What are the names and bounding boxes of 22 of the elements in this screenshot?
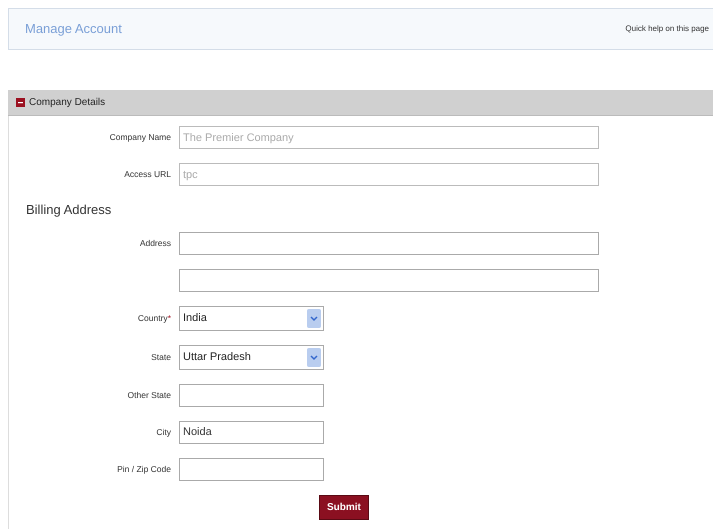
- field-label: State: [151, 352, 171, 362]
- dropdown[interactable]: Uttar Pradesh: [179, 344, 324, 370]
- section-heading: Billing Address: [26, 201, 112, 219]
- input-field[interactable]: Noida: [179, 420, 324, 444]
- collapse-icon[interactable]: [16, 98, 25, 107]
- input-field[interactable]: [179, 384, 324, 406]
- field-label: City: [156, 426, 171, 437]
- page-title: Manage Account: [25, 20, 122, 38]
- dropdown[interactable]: India: [179, 306, 324, 330]
- help-link[interactable]: Quick help on this page: [625, 23, 709, 35]
- section-title: Company Details: [29, 96, 106, 110]
- field-label: Access URL: [124, 169, 171, 180]
- field-label: Company Name: [110, 132, 171, 142]
- field-label: Country: [138, 312, 168, 323]
- submit-button[interactable]: Submit: [319, 494, 369, 520]
- input-field[interactable]: [179, 458, 324, 480]
- field-label: Address: [140, 238, 171, 248]
- input-field[interactable]: [179, 268, 599, 292]
- input-field[interactable]: [179, 232, 599, 254]
- field-label: Other State: [128, 390, 171, 400]
- required-mark: *: [168, 312, 171, 323]
- field-label: Pin / Zip Code: [117, 464, 171, 474]
